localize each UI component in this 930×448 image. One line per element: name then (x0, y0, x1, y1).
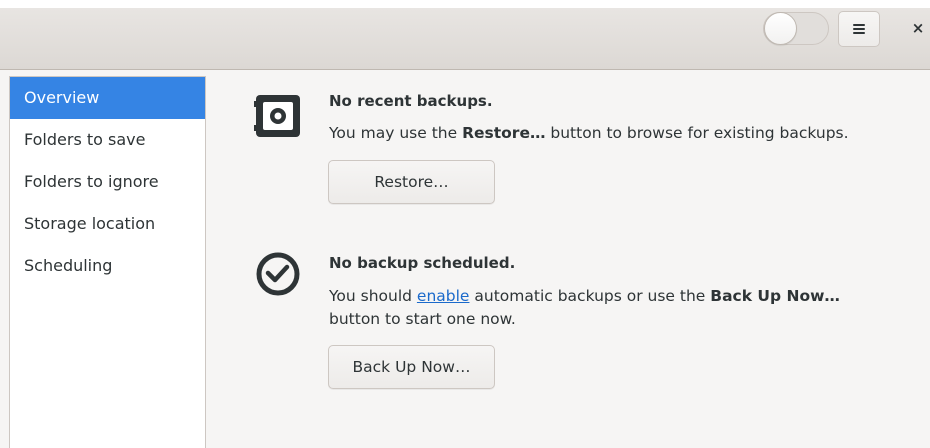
switch-knob[interactable] (764, 12, 797, 45)
main-menu-button[interactable] (838, 11, 880, 47)
sidebar-item-label: Storage location (24, 214, 156, 233)
hamburger-menu-icon (853, 24, 865, 34)
sidebar-item-folders-to-save[interactable]: Folders to save (10, 119, 205, 161)
sidebar-item-label: Folders to ignore (24, 172, 159, 191)
back-up-now-button-label: Back Up Now… (352, 358, 471, 376)
text-fragment: You should (329, 287, 417, 305)
sidebar-item-label: Overview (24, 88, 100, 107)
sidebar: Overview Folders to save Folders to igno… (9, 76, 206, 448)
text-fragment: You may use the (329, 124, 463, 142)
back-up-now-button[interactable]: Back Up Now… (328, 345, 495, 389)
header-bar: × (0, 0, 930, 70)
backups-title: No recent backups. (329, 92, 493, 110)
sidebar-item-label: Scheduling (24, 256, 113, 275)
close-button[interactable]: × (906, 14, 930, 42)
sidebar-item-storage-location[interactable]: Storage location (10, 203, 205, 245)
close-icon: × (911, 19, 925, 37)
text-fragment: automatic backups or use the (469, 287, 711, 305)
sidebar-item-overview[interactable]: Overview (10, 77, 205, 119)
text-bold: Restore… (462, 124, 546, 142)
safe-icon (254, 92, 302, 144)
sidebar-item-label: Folders to save (24, 130, 146, 149)
sidebar-item-folders-to-ignore[interactable]: Folders to ignore (10, 161, 205, 203)
text-fragment: button to browse for existing backups. (545, 124, 849, 142)
schedule-title: No backup scheduled. (329, 254, 516, 272)
enable-link[interactable]: enable (417, 287, 470, 305)
backups-enabled-switch[interactable] (763, 12, 829, 45)
text-fragment: button to start one now. (329, 310, 516, 328)
backups-description: You may use the Restore… button to brows… (329, 122, 849, 145)
top-strip (0, 0, 930, 8)
text-bold: Back Up Now… (710, 287, 840, 305)
sidebar-item-scheduling[interactable]: Scheduling (10, 245, 205, 287)
clock-icon (254, 250, 302, 302)
schedule-description: You should enable automatic backups or u… (329, 285, 840, 331)
restore-button-label: Restore… (374, 173, 449, 191)
backups-window: × Overview Folders to save Folders to ig… (0, 0, 930, 448)
restore-button[interactable]: Restore… (328, 160, 495, 204)
